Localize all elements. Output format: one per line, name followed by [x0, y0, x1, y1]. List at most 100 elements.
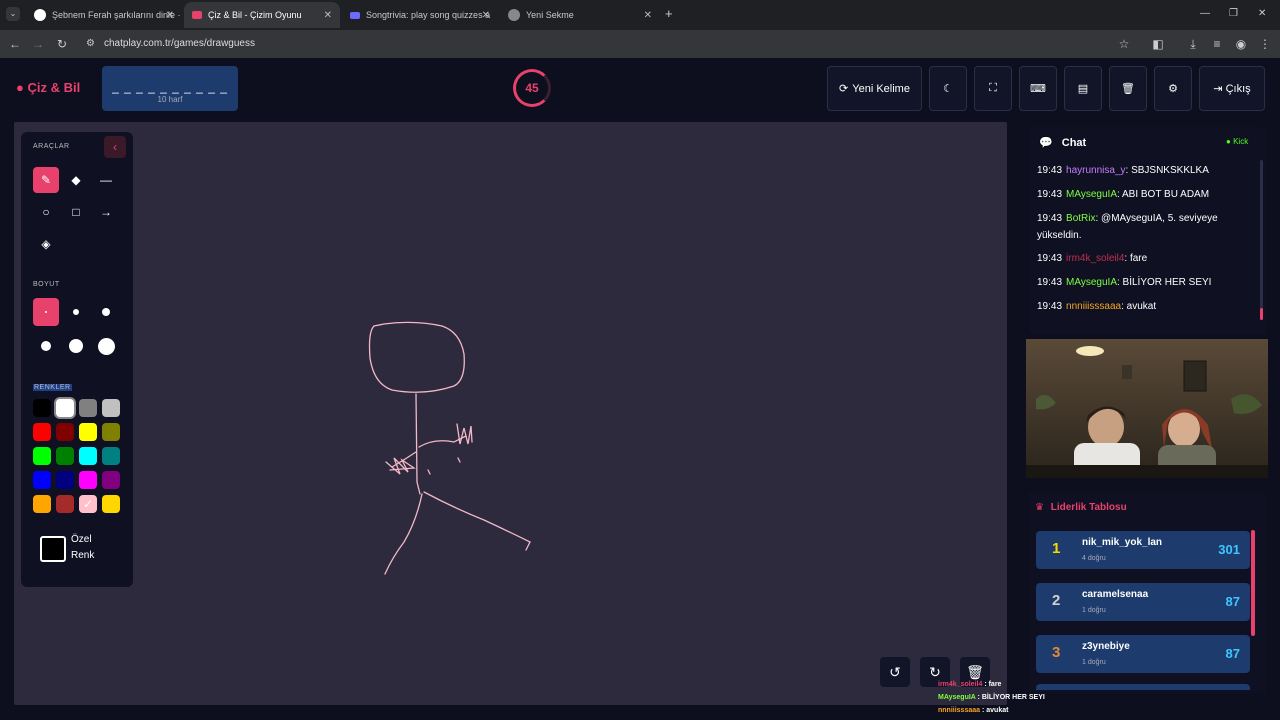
close-tab-icon[interactable]: ✕	[482, 10, 490, 21]
browser-tab[interactable]: Yeni Sekme ✕	[500, 2, 660, 28]
color-swatch[interactable]	[33, 399, 51, 417]
chat-text: : fare	[1124, 253, 1148, 264]
archive-button[interactable]: ▤	[1064, 66, 1102, 111]
color-swatch[interactable]	[56, 399, 74, 417]
collapse-panel-button[interactable]: ‹	[104, 136, 126, 158]
color-swatch[interactable]	[79, 471, 97, 489]
circle-tool[interactable]: ○	[33, 199, 59, 225]
color-swatch[interactable]	[79, 399, 97, 417]
close-window-icon[interactable]: ✕	[1258, 8, 1266, 19]
close-tab-icon[interactable]: ✕	[644, 10, 652, 21]
color-swatch[interactable]	[33, 471, 51, 489]
leaderboard-rank: 1	[1052, 540, 1061, 557]
exit-button[interactable]: ⇥ Çıkış	[1199, 66, 1265, 111]
extensions-icon[interactable]: ◧	[1150, 36, 1166, 52]
size-option[interactable]	[93, 332, 119, 360]
url-text[interactable]: chatplay.com.tr/games/drawguess	[104, 38, 255, 49]
arrow-tool[interactable]: →	[93, 199, 119, 225]
chat-username[interactable]: MAyseguIA	[1066, 189, 1117, 200]
site-info-icon[interactable]: ⚙	[86, 38, 95, 49]
leaderboard-row: 3 z3ynebiye 1 doğru 87	[1036, 635, 1250, 673]
custom-color-button[interactable]: Özel Renk	[33, 532, 123, 572]
moon-icon: ☾	[943, 83, 953, 95]
minimize-icon[interactable]: —	[1200, 8, 1210, 19]
size-option[interactable]	[33, 332, 59, 360]
close-tab-icon[interactable]: ✕	[324, 10, 332, 21]
size-option[interactable]	[93, 298, 119, 326]
back-icon[interactable]: ←	[7, 36, 23, 52]
color-swatch[interactable]: ✓	[79, 495, 97, 513]
color-swatch[interactable]	[102, 495, 120, 513]
chat-username[interactable]: MAyseguIA	[1066, 277, 1117, 288]
tab-title: Songtrivia: play song quizzes a	[366, 10, 491, 20]
close-tab-icon[interactable]: ✕	[166, 10, 174, 21]
address-bar: ← → ↻ ⚙ chatplay.com.tr/games/drawguess …	[0, 30, 1280, 58]
color-swatch[interactable]	[56, 447, 74, 465]
forward-icon[interactable]: →	[30, 36, 46, 52]
size-option[interactable]	[33, 298, 59, 326]
tab-list-icon[interactable]: ⌄	[6, 7, 20, 21]
new-word-button[interactable]: ⟳ Yeni Kelime	[827, 66, 922, 111]
maximize-icon[interactable]: ❐	[1229, 8, 1238, 19]
size-option[interactable]	[63, 298, 89, 326]
chat-username[interactable]: irm4k_soleil4	[1066, 253, 1124, 264]
reload-icon[interactable]: ↻	[54, 36, 70, 52]
chat-scrollbar[interactable]	[1260, 160, 1263, 320]
keyboard-button[interactable]: ⌨	[1019, 66, 1057, 111]
chat-timestamp: 19:43	[1037, 301, 1063, 312]
dark-mode-button[interactable]: ☾	[929, 66, 967, 111]
overlay-text: : avukat	[980, 707, 1009, 714]
chat-text: : SBJSNKSKKLKA	[1125, 165, 1209, 176]
fullscreen-button[interactable]: ⛶	[974, 66, 1012, 111]
eraser-tool[interactable]: ◆	[63, 167, 89, 193]
color-swatch[interactable]	[79, 447, 97, 465]
menu-icon[interactable]: ⋮	[1257, 36, 1273, 52]
color-swatch[interactable]	[33, 447, 51, 465]
word-mask: _ _ _ _ _ _ _ _ _ _	[112, 80, 228, 94]
browser-tab[interactable]: Şebnem Ferah şarkılarını dinle · ✕	[26, 2, 182, 28]
chat-username[interactable]: hayrunnisa_y	[1066, 165, 1125, 176]
trash-button[interactable]: 🗑	[1109, 66, 1147, 111]
tab-favicon-icon	[34, 9, 46, 21]
leaderboard-scrollbar[interactable]	[1251, 530, 1255, 636]
settings-button[interactable]: ⚙	[1154, 66, 1192, 111]
browser-tab-active[interactable]: Çiz & Bil - Çizim Oyunu ✕	[184, 2, 340, 28]
undo-button[interactable]: ↺	[880, 657, 910, 687]
chat-message: 19:43 MAyseguIA: BİLİYOR HER SEYI	[1037, 274, 1259, 291]
browser-tab-bar: ⌄ Şebnem Ferah şarkılarını dinle · ✕ Çiz…	[0, 0, 1280, 30]
letter-count: 10 harf	[157, 95, 183, 104]
leaderboard-rank: 2	[1052, 592, 1061, 609]
gear-icon: ⚙	[1168, 83, 1178, 95]
color-swatch[interactable]	[102, 423, 120, 441]
fill-tool[interactable]: ◈	[33, 231, 59, 257]
leaderboard-name: nik_mik_yok_lan	[1082, 537, 1163, 548]
color-swatch[interactable]	[56, 471, 74, 489]
rectangle-tool[interactable]: □	[63, 199, 89, 225]
chat-username[interactable]: BotRix	[1066, 213, 1095, 224]
chat-timestamp: 19:43	[1037, 165, 1063, 176]
chat-scroll-thumb[interactable]	[1260, 308, 1263, 320]
chat-text: : avukat	[1121, 301, 1157, 312]
leaderboard-row: 1 nik_mik_yok_lan 4 doğru 301	[1036, 531, 1250, 569]
line-tool[interactable]: —	[93, 167, 119, 193]
pen-tool[interactable]: ✎	[33, 167, 59, 193]
size-option[interactable]	[63, 332, 89, 360]
color-swatch[interactable]	[102, 471, 120, 489]
chat-text: : ABI BOT BU ADAM	[1116, 189, 1210, 200]
color-swatch[interactable]	[56, 495, 74, 513]
download-icon[interactable]: ⤓	[1185, 36, 1201, 52]
chat-username[interactable]: nnniiisssaaa	[1066, 301, 1121, 312]
color-swatch[interactable]	[102, 447, 120, 465]
drawing-canvas[interactable]	[14, 122, 1007, 705]
new-tab-icon[interactable]: +	[665, 6, 673, 21]
color-swatch[interactable]	[33, 423, 51, 441]
browser-tab[interactable]: Songtrivia: play song quizzes a ✕	[342, 2, 498, 28]
color-swatch[interactable]	[33, 495, 51, 513]
bookmark-star-icon[interactable]: ☆	[1116, 36, 1132, 52]
profile-icon[interactable]: ◉	[1233, 36, 1249, 52]
chat-title: Chat	[1061, 137, 1087, 149]
color-swatch[interactable]	[79, 423, 97, 441]
color-swatch[interactable]	[56, 423, 74, 441]
color-swatch[interactable]	[102, 399, 120, 417]
media-icon[interactable]: ≡	[1209, 36, 1225, 52]
